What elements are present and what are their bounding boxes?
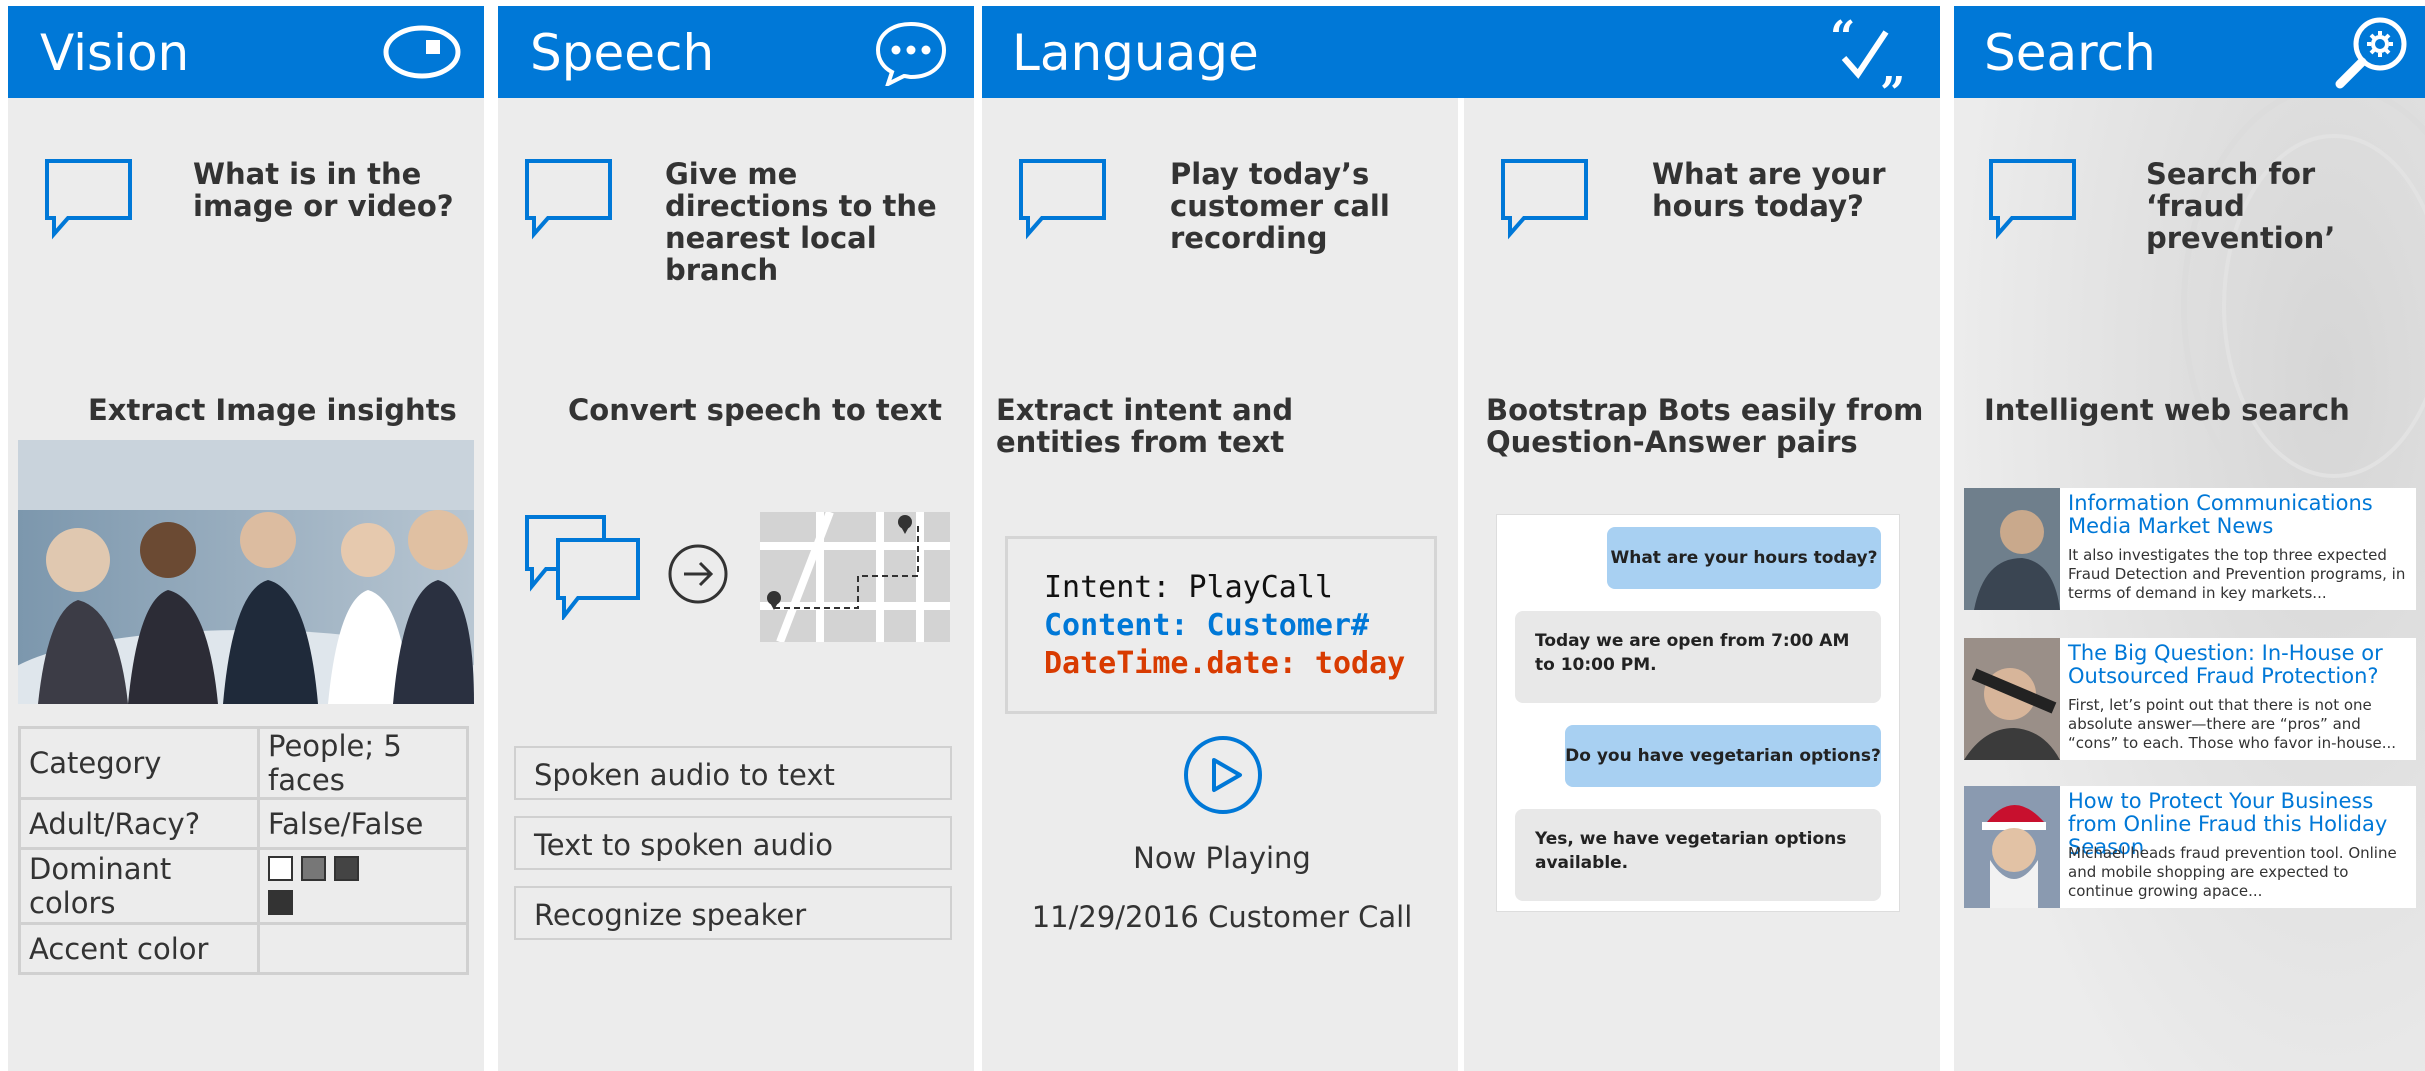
language-question: Play today’s customer call recording <box>1170 157 1390 255</box>
result-thumbnail <box>1964 786 2060 908</box>
search-panel: Search Search for ‘fraud prevention’ Int… <box>1954 6 2425 1071</box>
search-result[interactable]: The Big Question: In-House or Outsourced… <box>1964 638 2416 760</box>
result-thumbnail <box>1964 488 2060 610</box>
play-button[interactable] <box>1182 734 1264 816</box>
search-gear-icon <box>2335 17 2407 89</box>
result-description: It also investigates the top three expec… <box>2068 546 2406 602</box>
table-cell-label: Dominant colors <box>18 847 260 925</box>
search-result[interactable]: Information Communications Media Market … <box>1964 488 2416 610</box>
datetime-line: DateTime.date: today <box>1044 646 1406 681</box>
speech-header: Speech <box>498 6 974 98</box>
vision-subtitle: Extract Image insights <box>88 393 457 427</box>
language-subtitle: Extract intent and entities from text <box>996 393 1294 459</box>
meeting-photo <box>18 440 474 704</box>
search-question: Search for ‘fraud prevention’ <box>2146 157 2336 255</box>
speech-feature-item[interactable]: Recognize speaker <box>514 886 952 940</box>
chat-message-user: What are your hours today? <box>1607 527 1881 589</box>
result-description: Michael heads fraud prevention tool. Onl… <box>2068 844 2397 900</box>
vision-results-table: Category People; 5 faces Adult/Racy? Fal… <box>18 726 469 975</box>
speech-bubble-icon <box>1501 159 1588 240</box>
color-swatch <box>334 856 359 881</box>
speech-panel: Speech Give me directions to the nearest… <box>498 6 974 1071</box>
chat-message-user: Do you have vegetarian options? <box>1565 725 1881 787</box>
now-playing-label: Now Playing <box>1133 841 1311 875</box>
table-row: Category People; 5 faces <box>18 726 469 800</box>
chat-window: What are your hours today? Today we are … <box>1496 514 1900 912</box>
map-icon <box>760 512 950 642</box>
eye-icon <box>383 25 461 79</box>
vision-title: Vision <box>40 24 190 82</box>
search-header: Search <box>1954 6 2425 98</box>
speech-bubble-icon <box>45 159 132 240</box>
speech-title: Speech <box>530 24 715 82</box>
table-row: Adult/Racy? False/False <box>18 797 469 850</box>
result-title-link[interactable]: Information Communications Media Market … <box>2068 492 2414 538</box>
table-row: Accent color <box>18 922 469 975</box>
table-cell-label: Adult/Racy? <box>18 797 260 850</box>
color-swatch <box>268 856 293 881</box>
call-label: 11/29/2016 Customer Call <box>1031 900 1413 934</box>
search-title: Search <box>1984 24 2156 82</box>
table-cell-label: Category <box>18 726 260 800</box>
chat-dots-icon <box>875 21 947 86</box>
search-subtitle: Intelligent web search <box>1984 393 2350 427</box>
vision-question: What is in the image or video? <box>193 157 454 223</box>
language-title: Language <box>1012 24 1259 82</box>
vision-header: Vision <box>8 6 484 98</box>
speech-question: Give me directions to the nearest local … <box>665 157 937 287</box>
language-panel: Language “ ” Play today’s customer call … <box>982 6 1940 1071</box>
intent-line: Intent: PlayCall <box>1044 570 1333 605</box>
svg-text:”: ” <box>1880 68 1905 92</box>
speech-bubble-icon <box>1989 159 2076 240</box>
voice-bubbles-icon <box>525 515 640 620</box>
speech-bubble-icon <box>525 159 612 240</box>
svg-text:“: “ <box>1830 18 1855 63</box>
language-header: Language “ ” <box>982 6 1940 98</box>
table-cell-value <box>257 922 469 975</box>
result-title-link[interactable]: The Big Question: In-House or Outsourced… <box>2068 642 2414 688</box>
result-description: First, let’s point out that there is not… <box>2068 696 2397 752</box>
speech-feature-item[interactable]: Spoken audio to text <box>514 746 952 800</box>
dominant-colors-swatches <box>257 847 469 925</box>
speech-feature-item[interactable]: Text to spoken audio <box>514 816 952 870</box>
content-line: Content: Customer# <box>1044 608 1370 643</box>
qna-subtitle: Bootstrap Bots easily from Question-Answ… <box>1486 393 1924 459</box>
chat-message-bot: Yes, we have vegetarian options availabl… <box>1515 809 1881 901</box>
color-swatch <box>301 856 326 881</box>
table-row: Dominant colors <box>18 847 469 925</box>
quote-check-icon: “ ” <box>1830 18 1905 92</box>
qna-question: What are your hours today? <box>1652 157 1886 223</box>
table-cell-label: Accent color <box>18 922 260 975</box>
color-swatch <box>268 890 293 915</box>
speech-subtitle: Convert speech to text <box>568 393 942 427</box>
result-thumbnail <box>1964 638 2060 760</box>
arrow-right-circle-icon <box>668 544 728 604</box>
search-result[interactable]: How to Protect Your Business from Online… <box>1964 786 2416 908</box>
intent-code-box: Intent: PlayCall Content: Customer# Date… <box>1005 536 1437 714</box>
chat-message-bot: Today we are open from 7:00 AM to 10:00 … <box>1515 611 1881 703</box>
speech-bubble-icon <box>1019 159 1106 240</box>
table-cell-value: False/False <box>257 797 469 850</box>
table-cell-value: People; 5 faces <box>257 726 469 800</box>
vision-panel: Vision What is in the image or video? Ex… <box>8 6 484 1071</box>
